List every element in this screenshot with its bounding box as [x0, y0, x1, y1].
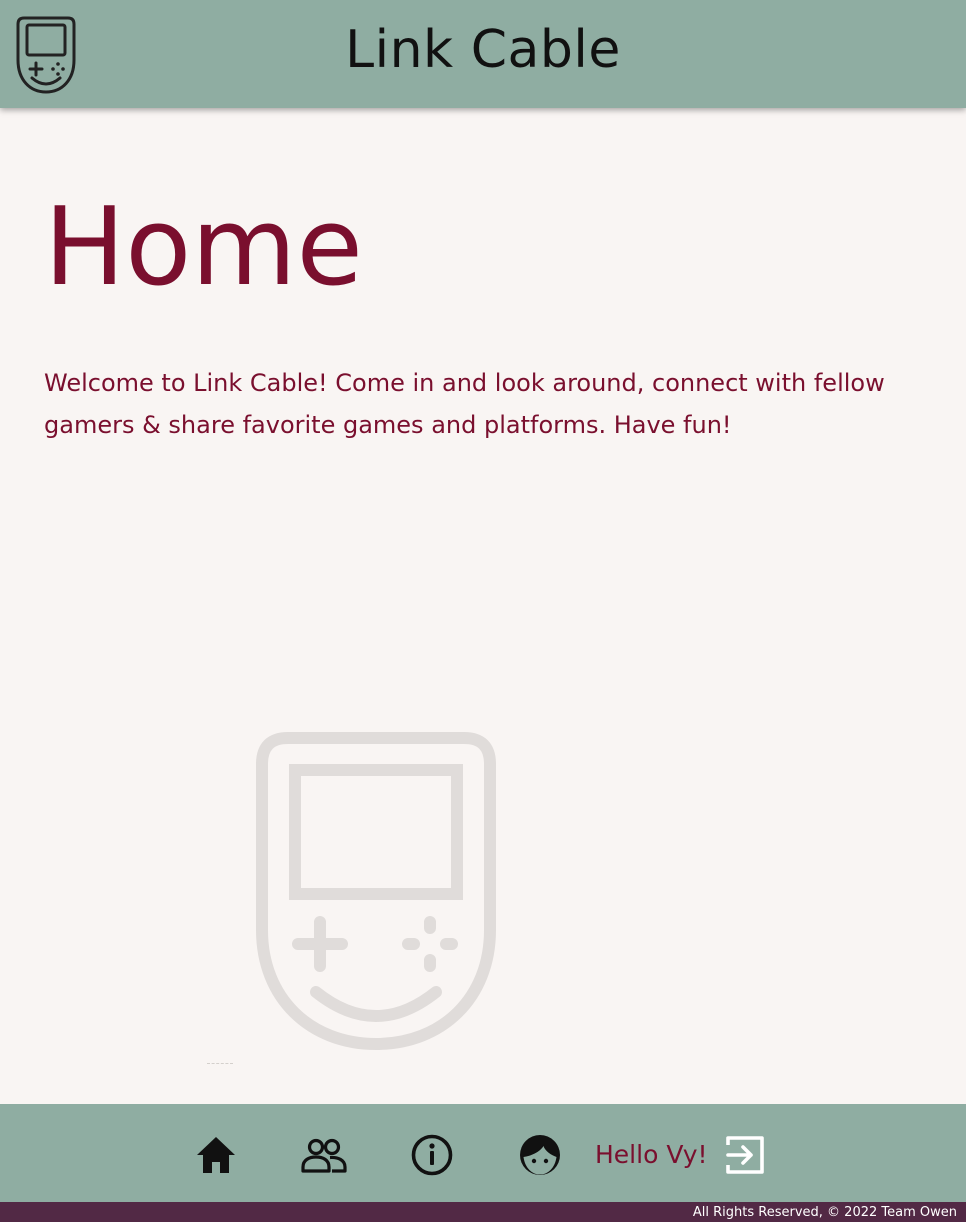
logout-button[interactable]: [720, 1130, 770, 1180]
divider: [207, 1063, 233, 1064]
page-title: Home: [44, 185, 363, 310]
nav-profile-button[interactable]: [515, 1130, 565, 1180]
welcome-message: Welcome to Link Cable! Come in and look …: [44, 369, 885, 439]
users-icon: [301, 1138, 347, 1173]
app-title: Link Cable: [345, 20, 621, 80]
nav-users-button[interactable]: [299, 1130, 349, 1180]
handheld-console-watermark-icon: [254, 730, 498, 1052]
nav-home-button[interactable]: [191, 1130, 241, 1180]
app-header: Link Cable: [0, 0, 966, 108]
footer: All Rights Reserved, © 2022 Team Owen: [0, 1202, 966, 1222]
profile-face-icon: [520, 1135, 560, 1175]
copyright-text: All Rights Reserved, © 2022 Team Owen: [692, 1205, 957, 1220]
bottom-nav: Hello Vy!: [0, 1104, 966, 1202]
info-icon: [411, 1134, 453, 1176]
user-greeting: Hello Vy!: [595, 1140, 708, 1169]
logout-icon: [726, 1136, 764, 1174]
nav-info-button[interactable]: [407, 1130, 457, 1180]
home-icon: [197, 1137, 235, 1173]
